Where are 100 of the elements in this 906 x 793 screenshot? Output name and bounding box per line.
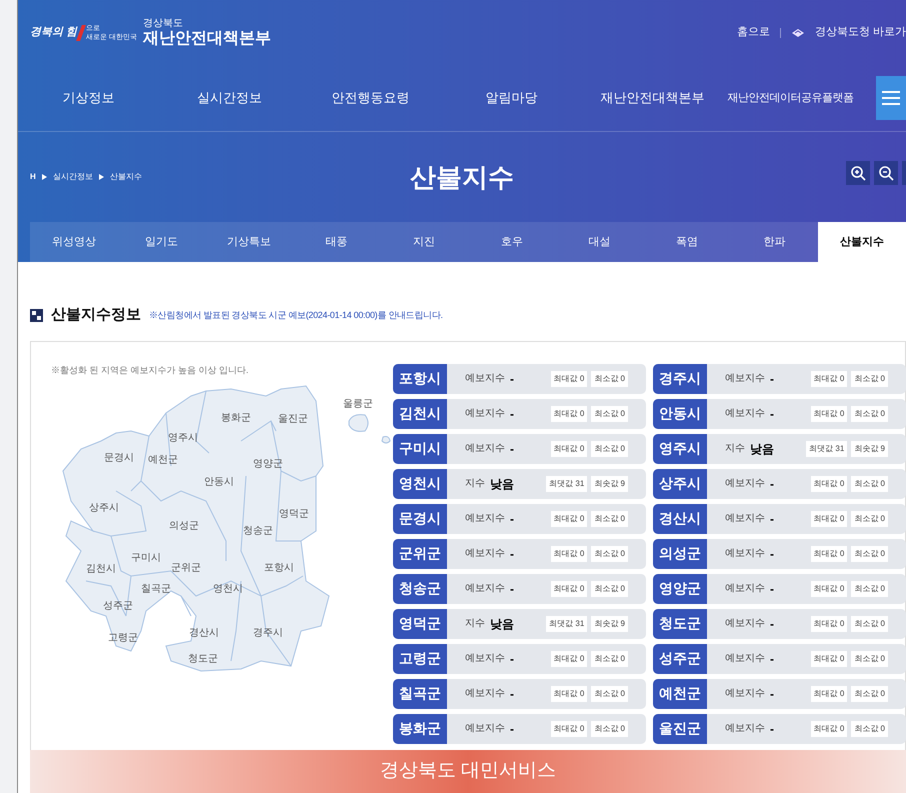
index-label: 예보지수 bbox=[725, 547, 765, 561]
zoom-in-button[interactable] bbox=[846, 161, 870, 185]
breadcrumb-link[interactable]: 산불지수 bbox=[110, 171, 142, 183]
index-value: - bbox=[770, 476, 774, 492]
index-value: - bbox=[510, 510, 514, 528]
map-label: 김천시 bbox=[86, 562, 116, 576]
region-name: 고령군 bbox=[393, 644, 447, 674]
map-label: 포항시 bbox=[264, 562, 294, 576]
banner-text: 경상북도 대민서비스 bbox=[380, 759, 556, 784]
min-value: 최솟값 9 bbox=[591, 476, 628, 492]
map-label: 군위군 bbox=[171, 562, 201, 576]
min-value: 최소값 0 bbox=[851, 720, 888, 736]
max-value: 최대값 0 bbox=[550, 370, 588, 386]
map-label: 청송군 bbox=[243, 524, 273, 538]
tab[interactable]: 지진 bbox=[380, 222, 468, 262]
province-link[interactable]: 경상북도청 바로가 bbox=[814, 24, 906, 41]
tab[interactable]: 한파 bbox=[730, 222, 818, 262]
zoom-out-button[interactable] bbox=[874, 161, 898, 185]
max-value: 최대값 0 bbox=[810, 546, 848, 562]
min-value: 최솟값 9 bbox=[591, 616, 628, 632]
min-value: 최소값 0 bbox=[851, 686, 888, 702]
map-label: 상주시 bbox=[89, 502, 119, 516]
max-value: 최대값 0 bbox=[810, 720, 848, 736]
min-value: 최소값 0 bbox=[851, 546, 888, 562]
max-value: 최대값 0 bbox=[810, 686, 848, 702]
index-label: 예보지수 bbox=[465, 722, 505, 736]
slogan-text: 경북의 힘 bbox=[30, 25, 78, 40]
min-value: 최소값 0 bbox=[851, 616, 888, 632]
index-value: - bbox=[510, 650, 514, 668]
nav-item[interactable]: 재난안전데이터공유플랫폼 bbox=[723, 90, 858, 106]
breadcrumb-link[interactable]: 실시간정보 bbox=[52, 171, 93, 183]
tab[interactable]: 일기도 bbox=[118, 222, 206, 262]
chevron-right-icon bbox=[98, 174, 104, 180]
index-label: 예보지수 bbox=[465, 687, 505, 701]
max-value: 최대값 0 bbox=[550, 686, 588, 702]
index-value: - bbox=[770, 546, 774, 562]
index-label: 예보지수 bbox=[725, 652, 765, 666]
min-value: 최소값 0 bbox=[851, 370, 888, 386]
index-value: - bbox=[510, 546, 514, 562]
min-value: 최소값 0 bbox=[591, 686, 628, 702]
region-name: 군위군 bbox=[393, 538, 447, 568]
index-value: 낮음 bbox=[490, 616, 514, 632]
region-name: 경주시 bbox=[653, 364, 707, 394]
index-value: - bbox=[770, 686, 774, 702]
index-value: - bbox=[510, 686, 514, 702]
section-icon bbox=[30, 308, 43, 322]
max-value: 최대값 0 bbox=[810, 580, 848, 596]
max-value: 최대값 0 bbox=[810, 510, 848, 526]
tab[interactable]: 위성영상 bbox=[30, 222, 118, 262]
min-value: 최소값 0 bbox=[851, 510, 888, 526]
tab[interactable]: 폭염 bbox=[643, 222, 731, 262]
tab[interactable]: 기상특보 bbox=[205, 222, 293, 262]
tab[interactable]: 태풍 bbox=[292, 222, 380, 262]
index-label: 지수 bbox=[725, 442, 745, 456]
tab[interactable]: 호우 bbox=[468, 222, 556, 262]
region-name: 영양군 bbox=[653, 574, 707, 604]
zoom-in-icon bbox=[850, 165, 866, 181]
map-label: 의성군 bbox=[169, 520, 199, 534]
max-value: 최대값 0 bbox=[810, 370, 848, 386]
index-label: 예보지수 bbox=[725, 512, 765, 526]
max-value: 최대값 0 bbox=[810, 650, 848, 666]
menu-button[interactable] bbox=[876, 76, 906, 120]
breadcrumb-link[interactable]: H bbox=[30, 171, 36, 183]
region-name: 김천시 bbox=[393, 398, 447, 428]
min-value: 최소값 0 bbox=[591, 546, 628, 562]
diamond-logo-icon bbox=[790, 28, 805, 38]
index-value: - bbox=[510, 406, 514, 422]
tab[interactable]: 산불지수 bbox=[818, 222, 906, 262]
nav-item[interactable]: 알림마당 bbox=[441, 88, 582, 108]
index-label: 예보지수 bbox=[725, 582, 765, 596]
index-value: - bbox=[770, 580, 774, 598]
nav-item[interactable]: 기상정보 bbox=[18, 88, 159, 108]
index-value: 낮음 bbox=[490, 476, 514, 492]
menu-icon bbox=[882, 91, 900, 105]
region-name: 포항시 bbox=[393, 364, 447, 394]
nav-item[interactable]: 안전행동요령 bbox=[300, 88, 441, 108]
tab[interactable]: 대설 bbox=[556, 222, 644, 262]
region-name: 문경시 bbox=[393, 504, 447, 534]
index-value: - bbox=[510, 720, 514, 738]
index-label: 예보지수 bbox=[725, 407, 765, 421]
max-value: 최대값 0 bbox=[550, 546, 588, 562]
region-name: 울진군 bbox=[653, 714, 707, 744]
service-banner[interactable]: 경상북도 대민서비스 bbox=[30, 750, 906, 793]
nav-item[interactable]: 실시간정보 bbox=[159, 88, 300, 108]
min-value: 최소값 0 bbox=[851, 650, 888, 666]
org-subtitle: 경상북도 bbox=[143, 18, 184, 30]
index-value: - bbox=[770, 616, 774, 632]
section-note: ※산림청에서 발표된 경상북도 시군 예보(2024-01-14 00:00)를 안내드립니다. bbox=[149, 308, 443, 322]
min-value: 최소값 0 bbox=[591, 510, 628, 526]
nav-item[interactable]: 재난안전대책본부 bbox=[582, 88, 723, 108]
index-label: 예보지수 bbox=[465, 547, 505, 561]
map-label: 울진군 bbox=[278, 412, 308, 426]
org-title[interactable]: 재난안전대책본부 bbox=[143, 30, 272, 48]
section-title: 산불지수정보 bbox=[51, 305, 141, 325]
home-link[interactable]: 홈으로 bbox=[736, 24, 770, 41]
max-value: 최댓값 31 bbox=[546, 616, 588, 632]
min-value: 최소값 0 bbox=[591, 440, 628, 456]
min-value: 최소값 0 bbox=[591, 370, 628, 386]
index-label: 예보지수 bbox=[465, 407, 505, 421]
index-label: 예보지수 bbox=[465, 372, 505, 386]
